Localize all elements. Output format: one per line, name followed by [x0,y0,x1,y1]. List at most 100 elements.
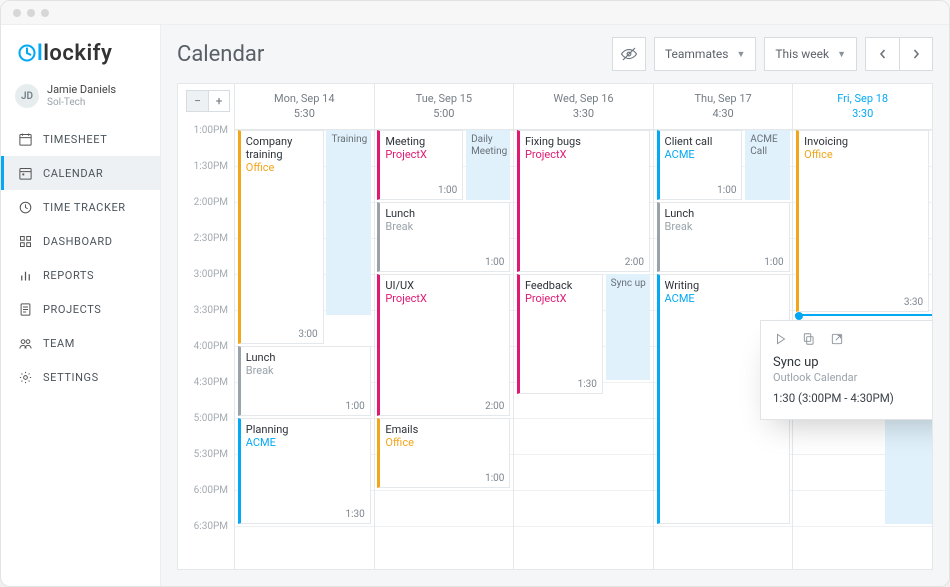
day-header[interactable]: Thu, Sep 174:30 [653,84,793,129]
play-icon[interactable] [773,331,789,347]
event-project: Office [385,436,505,449]
sidebar-item-dashboard[interactable]: DASHBOARD [1,224,160,258]
projects-icon [17,301,33,317]
sidebar: llockify JD Jamie Daniels Sol-Tech TIMES… [1,25,161,586]
teammates-dropdown[interactable]: Teammates ▼ [654,37,756,71]
calendar-event[interactable]: FeedbackProjectX1:30 [517,274,603,394]
day-total: 5:30 [235,107,374,120]
sidebar-item-reports[interactable]: REPORTS [1,258,160,292]
event-title: Lunch [665,207,785,220]
day-column[interactable]: Fixing bugsProjectX2:00FeedbackProjectX1… [513,130,653,569]
calendar-event[interactable]: LunchBreak1:00 [238,346,371,416]
event-title: Feedback [525,279,598,292]
event-title: Daily Meeting [471,134,506,158]
event-duration: 1:00 [485,257,504,268]
sidebar-item-label: DASHBOARD [43,235,113,248]
sidebar-item-label: TIMESHEET [43,133,107,146]
event-duration: 2:00 [625,257,644,268]
event-project: Break [385,220,505,233]
calendar: − + Mon, Sep 14 5:30Tue, Sep 155:00Wed, S… [177,83,933,570]
day-column[interactable]: Company trainingOffice 3:00 Training LunchB… [234,130,374,569]
calendar-event[interactable]: LunchBreak 1:00 [377,202,510,272]
zoom-out-button[interactable]: − [186,90,208,112]
day-header[interactable]: Mon, Sep 14 5:30 [234,84,374,129]
timesheet-icon [17,131,33,147]
copy-icon[interactable] [801,331,817,347]
calendar-event[interactable]: Training [326,130,370,315]
time-label: 6:00PM [178,485,234,521]
popover-source: Outlook Calendar [773,371,933,384]
calendar-event[interactable]: Company trainingOffice 3:00 [238,130,324,344]
event-title: Training [331,134,366,146]
time-label: 4:00PM [178,341,234,377]
visibility-toggle-button[interactable] [612,37,646,71]
time-label: 4:30PM [178,377,234,413]
sidebar-item-team[interactable]: TEAM [1,326,160,360]
next-week-button[interactable] [899,37,933,71]
day-header-row: Mon, Sep 14 5:30Tue, Sep 155:00Wed, Sep 1… [234,84,932,130]
calendar-event[interactable]: MeetingProjectX1:00 [377,130,463,200]
event-project: ProjectX [525,292,598,305]
time-gutter: 1:00PM1:30PM2:00PM2:30PM3:00PM3:30PM4:00… [178,130,234,569]
toolbar: Teammates ▼ This week ▼ [612,37,933,71]
event-project: Office [246,161,319,174]
event-project: ACME [246,436,366,449]
calendar-event[interactable]: Fixing bugsProjectX2:00 [517,130,650,272]
time-label: 2:30PM [178,233,234,269]
event-title: Company training [246,135,319,161]
event-duration: 3:00 [298,329,317,340]
window-titlebar [1,1,949,25]
open-icon[interactable] [829,331,845,347]
sidebar-item-calendar[interactable]: CALENDAR [1,156,160,190]
sidebar-item-timesheet[interactable]: TIMESHEET [1,122,160,156]
event-project: ProjectX [385,292,505,305]
time-label: 5:00PM [178,413,234,449]
event-title: Emails [385,423,505,436]
daterange-label: This week [775,47,829,61]
now-indicator [795,314,933,316]
calendar-event[interactable]: UI/UXProjectX2:00 [377,274,510,416]
sidebar-item-projects[interactable]: PROJECTS [1,292,160,326]
event-title: Lunch [385,207,505,220]
event-duration: 1:00 [764,257,783,268]
chevron-down-icon: ▼ [736,49,745,60]
calendar-event[interactable]: InvoicingOffice3:30 [796,130,929,312]
event-duration: 2:00 [485,401,504,412]
event-duration: 1:00 [438,185,457,196]
day-column[interactable]: MeetingProjectX1:00 Daily Meeting LunchBre… [374,130,514,569]
time-label: 3:30PM [178,305,234,341]
day-label: Mon, Sep 14 [235,92,374,105]
day-total: 3:30 [514,107,653,120]
time-label: 3:00PM [178,269,234,305]
now-dot [795,312,803,320]
chevron-down-icon: ▼ [837,49,846,60]
event-title: Writing [665,279,785,292]
event-popover: ✕ Sync up Outlook Calendar 1:30 (3:00PM … [760,320,933,420]
day-total: 3:30 [793,107,932,120]
event-project: ACME [665,148,738,161]
zoom-in-button[interactable]: + [208,90,230,112]
sidebar-item-settings[interactable]: SETTINGS [1,360,160,394]
window-dot [41,9,49,17]
sidebar-item-clock[interactable]: TIME TRACKER [1,190,160,224]
calendar-event[interactable]: Sync up [606,274,650,380]
calendar-event[interactable]: LunchBreak1:00 [657,202,790,272]
app-window: llockify JD Jamie Daniels Sol-Tech TIMES… [0,0,950,587]
calendar-event[interactable]: Client callACME1:00 [657,130,743,200]
user-block[interactable]: JD Jamie Daniels Sol-Tech [1,80,160,122]
day-header[interactable]: Fri, Sep 183:30 [792,84,932,129]
calendar-event[interactable]: ACME Call [745,130,789,200]
prev-week-button[interactable] [865,37,899,71]
calendar-event[interactable]: EmailsOffice1:00 [377,418,510,488]
day-header[interactable]: Tue, Sep 155:00 [374,84,514,129]
sidebar-item-label: TIME TRACKER [43,201,126,214]
calendar-event[interactable]: PlanningACME1:30 [238,418,371,524]
day-header[interactable]: Wed, Sep 163:30 [513,84,653,129]
day-total: 4:30 [654,107,793,120]
daterange-dropdown[interactable]: This week ▼ [764,37,857,71]
reports-icon [17,267,33,283]
event-duration: 1:00 [717,185,736,196]
calendar-event[interactable]: Daily Meeting [466,130,510,200]
time-label: 2:00PM [178,197,234,233]
event-project: Office [804,148,924,161]
